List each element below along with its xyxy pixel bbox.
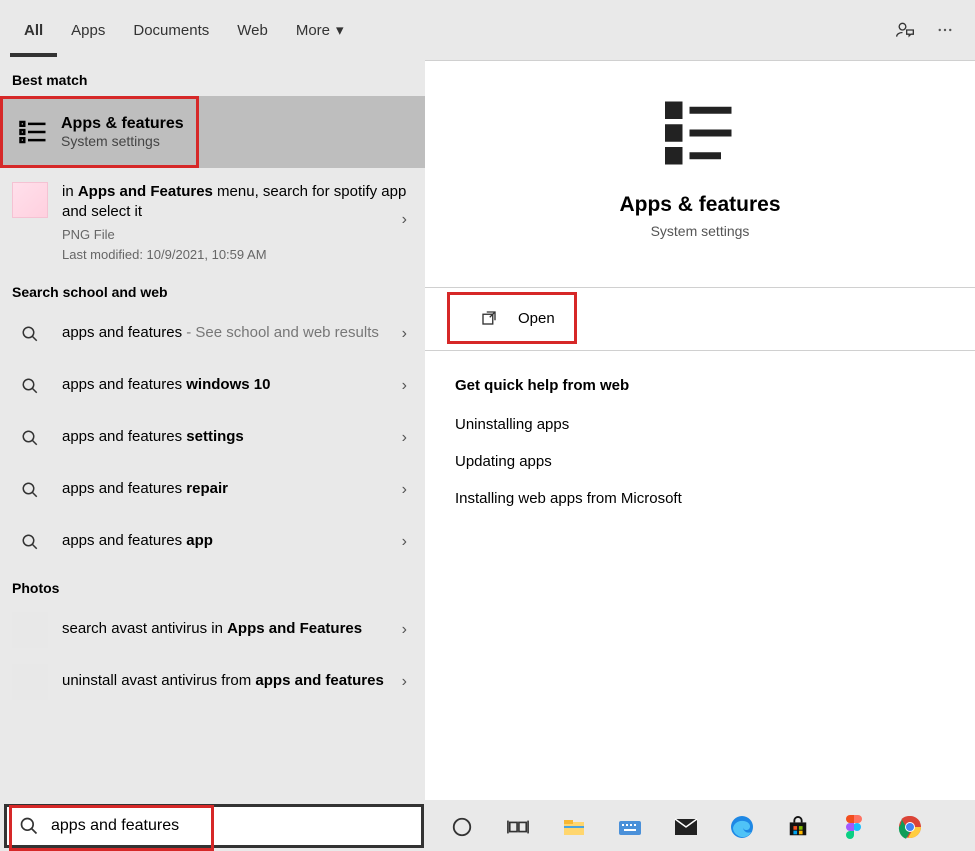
web-result-text: apps and features - See school and web r… [62, 323, 413, 343]
open-external-icon [480, 309, 498, 327]
file-result-title: in Apps and Features menu, search for sp… [62, 182, 413, 223]
chevron-right-icon: › [402, 481, 407, 499]
search-icon [12, 368, 48, 404]
search-icon [12, 472, 48, 508]
help-link-uninstalling[interactable]: Uninstalling apps [425, 406, 975, 443]
search-icon [12, 420, 48, 456]
search-icon [12, 524, 48, 560]
web-result-2[interactable]: apps and features settings › [0, 412, 425, 464]
search-icon [7, 816, 51, 836]
file-explorer-icon[interactable] [558, 811, 590, 843]
search-filter-tabs: All Apps Documents Web More▾ [0, 0, 975, 60]
task-view-icon[interactable] [502, 811, 534, 843]
apps-features-large-icon [455, 91, 945, 175]
photo-result-0[interactable]: search avast antivirus in Apps and Featu… [0, 604, 425, 656]
file-result[interactable]: in Apps and Features menu, search for sp… [0, 168, 425, 272]
section-search-web: Search school and web [0, 272, 425, 308]
more-options-icon[interactable] [925, 10, 965, 50]
section-photos: Photos [0, 568, 425, 604]
help-link-installing-web[interactable]: Installing web apps from Microsoft [425, 480, 975, 517]
feedback-icon[interactable] [885, 10, 925, 50]
web-result-text: apps and features windows 10 [62, 375, 413, 395]
web-result-text: apps and features repair [62, 479, 413, 499]
figma-icon[interactable] [838, 811, 870, 843]
web-result-1[interactable]: apps and features windows 10 › [0, 360, 425, 412]
search-box[interactable] [4, 804, 424, 848]
chrome-icon[interactable] [894, 811, 926, 843]
cortana-icon[interactable] [446, 811, 478, 843]
mail-icon[interactable] [670, 811, 702, 843]
photo-thumbnail-icon [12, 664, 48, 700]
chevron-right-icon: › [402, 211, 407, 229]
result-detail-panel: Apps & features System settings Open Get… [425, 60, 975, 800]
file-thumbnail-icon [12, 182, 48, 218]
tab-web[interactable]: Web [223, 4, 282, 57]
section-best-match: Best match [0, 60, 425, 96]
store-icon[interactable] [782, 811, 814, 843]
list-settings-icon [15, 117, 51, 147]
panel-title: Apps & features [455, 193, 945, 217]
best-match-subtitle: System settings [61, 133, 184, 149]
tab-all[interactable]: All [10, 4, 57, 57]
photo-thumbnail-icon [12, 612, 48, 648]
panel-subtitle: System settings [455, 223, 945, 239]
keyboard-icon[interactable] [614, 811, 646, 843]
photo-result-text: search avast antivirus in Apps and Featu… [62, 619, 413, 639]
web-result-text: apps and features settings [62, 427, 413, 447]
photo-result-1[interactable]: uninstall avast antivirus from apps and … [0, 656, 425, 708]
quick-help-header: Get quick help from web [425, 351, 975, 406]
web-result-text: apps and features app [62, 531, 413, 551]
tab-apps[interactable]: Apps [57, 4, 119, 57]
chevron-right-icon: › [402, 377, 407, 395]
tab-documents[interactable]: Documents [119, 4, 223, 57]
search-results-list: Best match Apps & features System settin… [0, 60, 425, 800]
file-result-type: PNG File [62, 226, 413, 244]
tab-more[interactable]: More▾ [282, 3, 358, 57]
chevron-right-icon: › [402, 429, 407, 447]
edge-icon[interactable] [726, 811, 758, 843]
chevron-right-icon: › [402, 325, 407, 343]
chevron-down-icon: ▾ [336, 22, 344, 39]
photo-result-text: uninstall avast antivirus from apps and … [62, 671, 413, 691]
web-result-0[interactable]: apps and features - See school and web r… [0, 308, 425, 360]
help-link-updating[interactable]: Updating apps [425, 443, 975, 480]
web-result-3[interactable]: apps and features repair › [0, 464, 425, 516]
chevron-right-icon: › [402, 673, 407, 691]
open-button[interactable]: Open [447, 292, 577, 344]
open-label: Open [518, 310, 555, 327]
best-match-title: Apps & features [61, 115, 184, 133]
chevron-right-icon: › [402, 621, 407, 639]
file-result-modified: Last modified: 10/9/2021, 10:59 AM [62, 246, 413, 264]
divider [425, 287, 975, 288]
search-icon [12, 316, 48, 352]
web-result-4[interactable]: apps and features app › [0, 516, 425, 568]
chevron-right-icon: › [402, 533, 407, 551]
taskbar [430, 803, 975, 851]
best-match-result[interactable]: Apps & features System settings [0, 96, 425, 168]
search-input[interactable] [51, 817, 421, 835]
